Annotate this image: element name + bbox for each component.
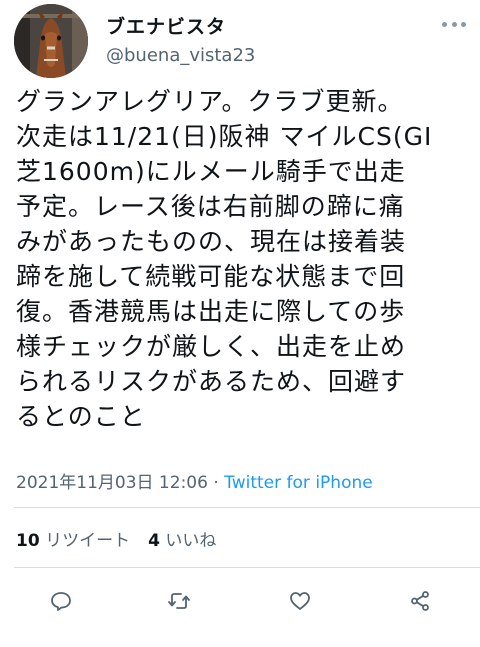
retweet-icon <box>168 593 190 609</box>
avatar[interactable] <box>14 4 88 78</box>
likes-label: いいね <box>165 531 217 551</box>
retweets-stat[interactable]: 10 リツイート <box>16 531 130 551</box>
tweet-timestamp[interactable]: 2021年11月03日 12:06 <box>16 473 208 493</box>
divider <box>14 567 480 568</box>
user-handle[interactable]: @buena_vista23 <box>106 45 255 66</box>
reply-button[interactable] <box>44 584 78 618</box>
share-button[interactable] <box>403 584 437 618</box>
more-horizontal-icon[interactable] <box>442 14 466 34</box>
share-icon <box>411 591 429 611</box>
meta-separator: · <box>207 473 225 493</box>
retweets-count: 10 <box>16 531 40 551</box>
tweet-meta: 2021年11月03日 12:06 · Twitter for iPhone <box>16 468 373 493</box>
retweet-button[interactable] <box>162 584 196 618</box>
tweet-stats: 10 リツイート 4 いいね <box>16 526 216 551</box>
likes-stat[interactable]: 4 いいね <box>148 531 216 551</box>
action-bar <box>0 584 480 618</box>
retweets-label: リツイート <box>45 531 131 551</box>
tweet-text: グランアレグリア。クラブ更新。 次走は11/21(日)阪神 マイルCS(GI 芝… <box>16 87 433 431</box>
likes-count: 4 <box>148 531 160 551</box>
tweet-source[interactable]: Twitter for iPhone <box>224 473 373 493</box>
like-button[interactable] <box>283 584 317 618</box>
display-name[interactable]: ブエナビスタ <box>106 12 226 39</box>
heart-icon <box>290 592 310 610</box>
reply-icon <box>51 592 71 611</box>
divider <box>14 507 480 508</box>
